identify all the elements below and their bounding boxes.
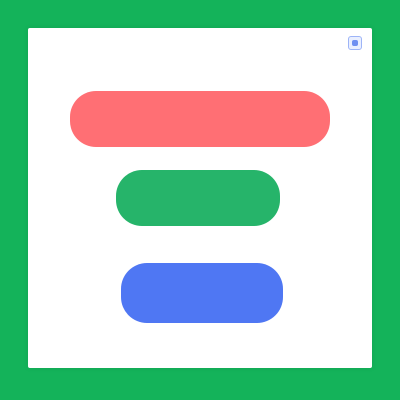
- main-panel: [28, 28, 372, 368]
- green-action-button[interactable]: [116, 170, 280, 226]
- red-action-button[interactable]: [70, 91, 330, 147]
- window-icon[interactable]: [348, 36, 362, 50]
- blue-action-button[interactable]: [121, 263, 283, 323]
- panel-header: [28, 36, 372, 66]
- app-frame: [0, 0, 400, 400]
